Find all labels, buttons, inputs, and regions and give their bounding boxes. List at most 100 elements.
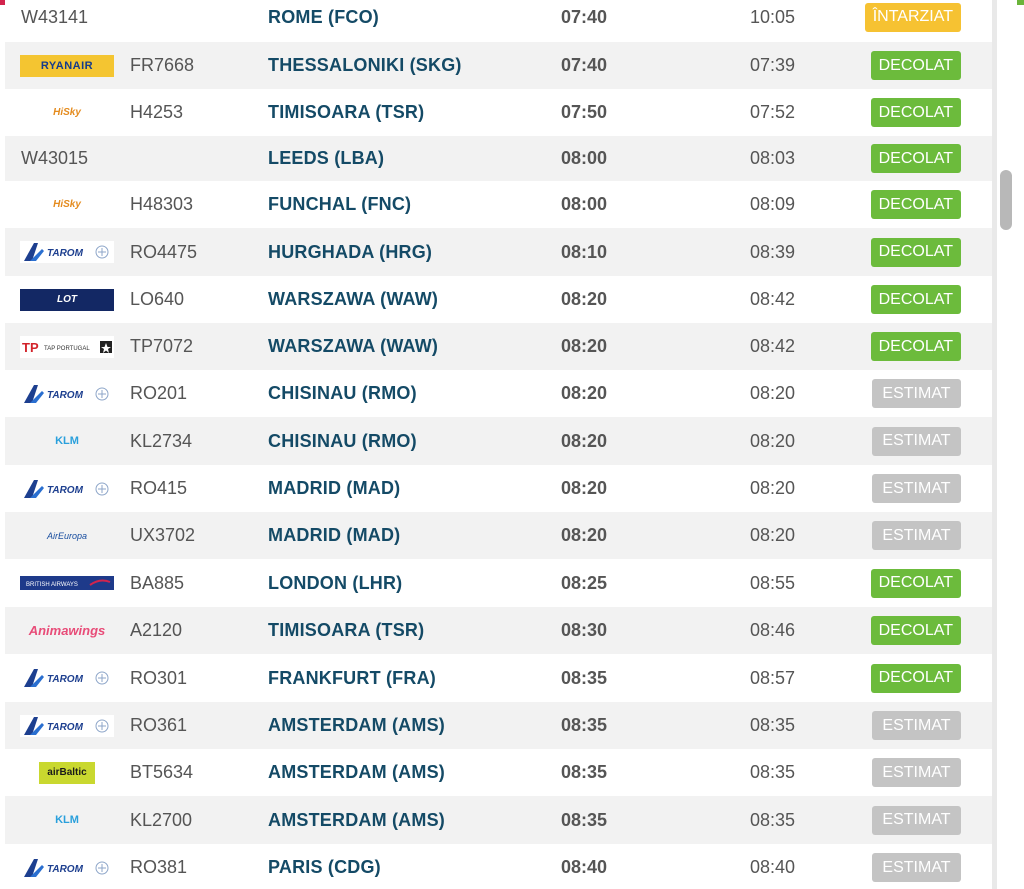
destination-link[interactable]: LONDON (LHR) (268, 573, 402, 594)
status-badge: ESTIMAT (872, 474, 961, 503)
klm-logo-icon: KLM (55, 435, 79, 447)
destination-link[interactable]: FUNCHAL (FNC) (268, 194, 411, 215)
estimated-time: 08:39 (750, 241, 796, 262)
flight-number: RO381 (130, 857, 188, 877)
flight-number: TP7072 (130, 336, 194, 356)
flight-row[interactable]: HiSky H4253 TIMISOARA (TSR) 07:50 07:52 DECOL… (5, 89, 992, 136)
destination-link[interactable]: THESSALONIKI (SKG) (268, 55, 462, 76)
svg-text:TAROM: TAROM (47, 864, 84, 875)
status-badge: DECOLAT (870, 98, 961, 127)
tarom-logo-icon: TAROM (20, 477, 114, 500)
flight-row[interactable]: TP TAP PORTUGAL TP7072 WARSZAWA (WAW) 08:20 0… (5, 323, 992, 370)
estimated-time: 07:39 (750, 55, 796, 75)
estimated-time: 08:20 (750, 525, 796, 545)
flight-row[interactable]: airBaltic BT5634 AMSTERDAM (AMS) 08:35 08:35… (5, 749, 992, 796)
flight-number: H4253 (130, 102, 184, 122)
destination-link[interactable]: ROME (FCO) (268, 7, 379, 28)
flight-number: UX3702 (130, 525, 196, 545)
flight-row[interactable]: KLM KL2700 AMSTERDAM (AMS) 08:35 08:35 ESTIMA… (5, 796, 992, 844)
estimated-time: 08:20 (750, 383, 796, 403)
destination-link[interactable]: AMSTERDAM (AMS) (268, 810, 445, 831)
status-badge: ÎNTARZIAT (864, 2, 961, 32)
destination-link[interactable]: FRANKFURT (FRA) (268, 668, 436, 689)
status-badge: ESTIMAT (872, 426, 961, 456)
scrollbar-track[interactable] (997, 0, 1017, 889)
estimated-time: 08:20 (750, 478, 796, 498)
scheduled-time: 07:40 (561, 55, 608, 75)
svg-text:BRITISH AIRWAYS: BRITISH AIRWAYS (26, 582, 78, 588)
flight-row[interactable]: TAROM RO381 PARIS (CDG) 08:40 08:40 ESTIMAT (5, 844, 992, 889)
svg-text:TAROM: TAROM (47, 248, 84, 259)
scheduled-time: 08:20 (561, 430, 608, 451)
destination-link[interactable]: CHISINAU (RMO) (268, 383, 417, 404)
destination-link[interactable]: MADRID (MAD) (268, 525, 400, 546)
tap-logo-icon: TP TAP PORTUGAL (20, 335, 114, 358)
scheduled-time: 08:20 (561, 336, 608, 356)
flight-row[interactable]: HiSky H48303 FUNCHAL (FNC) 08:00 08:09 DECOLA… (5, 181, 992, 228)
scheduled-time: 08:20 (561, 289, 608, 309)
flight-row[interactable]: TAROM RO415 MADRID (MAD) 08:20 08:20 ESTIMAT (5, 465, 992, 512)
svg-text:TAP PORTUGAL: TAP PORTUGAL (44, 346, 90, 352)
estimated-time: 08:40 (750, 857, 796, 877)
flight-number: RO361 (130, 715, 188, 735)
estimated-time: 08:42 (750, 289, 796, 309)
flight-row[interactable]: RYANAIR FR7668 THESSALONIKI (SKG) 07:40 07:3… (5, 42, 992, 89)
flight-number: FR7668 (130, 55, 195, 75)
scrollbar-thumb[interactable] (1000, 170, 1012, 230)
flight-number: RO415 (130, 478, 188, 498)
flight-number: W43141 (21, 6, 89, 27)
destination-link[interactable]: TIMISOARA (TSR) (268, 102, 424, 123)
estimated-time: 08:35 (750, 762, 796, 782)
estimated-time: 08:57 (750, 667, 796, 688)
svg-text:TAROM: TAROM (47, 722, 84, 733)
scheduled-time: 07:50 (561, 102, 608, 122)
scheduled-time: 08:10 (561, 241, 608, 262)
scheduled-time: 08:40 (561, 857, 608, 877)
flight-number: RO201 (130, 383, 188, 403)
destination-link[interactable]: AMSTERDAM (AMS) (268, 762, 445, 783)
svg-text:TAROM: TAROM (47, 390, 84, 401)
destination-link[interactable]: PARIS (CDG) (268, 857, 381, 878)
flight-row[interactable]: KLM KL2734 CHISINAU (RMO) 08:20 08:20 ESTIMAT (5, 417, 992, 465)
destination-link[interactable]: WARSZAWA (WAW) (268, 289, 438, 310)
flight-row[interactable]: TAROM RO301 FRANKFURT (FRA) 08:35 08:57 DECOL… (5, 654, 992, 702)
status-badge: DECOLAT (870, 190, 961, 219)
flight-row[interactable]: LOT LO640 WARSZAWA (WAW) 08:20 08:42 DECOLAT (5, 276, 992, 323)
estimated-time: 08:42 (750, 336, 796, 356)
status-badge: DECOLAT (870, 663, 961, 693)
klm-logo-icon: KLM (55, 814, 79, 826)
scheduled-time: 08:20 (561, 383, 608, 403)
flight-row[interactable]: W43015 LEEDS (LBA) 08:00 08:03 DECOLAT (5, 136, 992, 181)
scheduled-time: 08:30 (561, 620, 608, 640)
flight-row[interactable]: TAROM RO4475 HURGHADA (HRG) 08:10 08:39 DECOL… (5, 228, 992, 276)
flight-row[interactable]: TAROM RO201 CHISINAU (RMO) 08:20 08:20 ESTIMA… (5, 370, 992, 417)
flights-table: W43141 ROME (FCO) 07:40 10:05 ÎNTARZIAT RYANA… (5, 0, 992, 889)
flight-row[interactable]: AirEuropa UX3702 MADRID (MAD) 08:20 08:20 EST… (5, 512, 992, 559)
status-badge: DECOLAT (870, 616, 961, 645)
estimated-time: 10:05 (750, 6, 796, 27)
destination-link[interactable]: WARSZAWA (WAW) (268, 336, 438, 357)
scheduled-time: 08:00 (561, 148, 608, 168)
destination-link[interactable]: LEEDS (LBA) (268, 148, 384, 169)
flight-row[interactable]: BRITISH AIRWAYS BA885 LONDON (LHR) 08:25 08:… (5, 559, 992, 607)
destination-link[interactable]: TIMISOARA (TSR) (268, 620, 424, 641)
estimated-time: 08:20 (750, 430, 796, 451)
scheduled-time: 08:20 (561, 525, 608, 545)
flight-row[interactable]: W43141 ROME (FCO) 07:40 10:05 ÎNTARZIAT (5, 0, 992, 40)
status-badge: ESTIMAT (872, 758, 961, 787)
tarom-logo-icon: TAROM (20, 382, 114, 405)
tarom-logo-icon: TAROM (20, 667, 114, 689)
scheduled-time: 07:40 (561, 6, 608, 27)
destination-link[interactable]: MADRID (MAD) (268, 478, 400, 499)
destination-link[interactable]: AMSTERDAM (AMS) (268, 715, 445, 736)
flight-number: KL2734 (130, 430, 193, 451)
destination-link[interactable]: CHISINAU (RMO) (268, 431, 417, 452)
destination-link[interactable]: HURGHADA (HRG) (268, 242, 432, 263)
estimated-time: 08:55 (750, 572, 796, 593)
flight-row[interactable]: Animawings A2120 TIMISOARA (TSR) 08:30 08:46… (5, 607, 992, 654)
hisky-logo-icon: HiSky (53, 199, 81, 210)
flight-row[interactable]: TAROM RO361 AMSTERDAM (AMS) 08:35 08:35 ESTIM… (5, 702, 992, 749)
scheduled-time: 08:35 (561, 667, 608, 688)
status-badge: ESTIMAT (872, 805, 961, 835)
status-badge: DECOLAT (870, 285, 961, 314)
